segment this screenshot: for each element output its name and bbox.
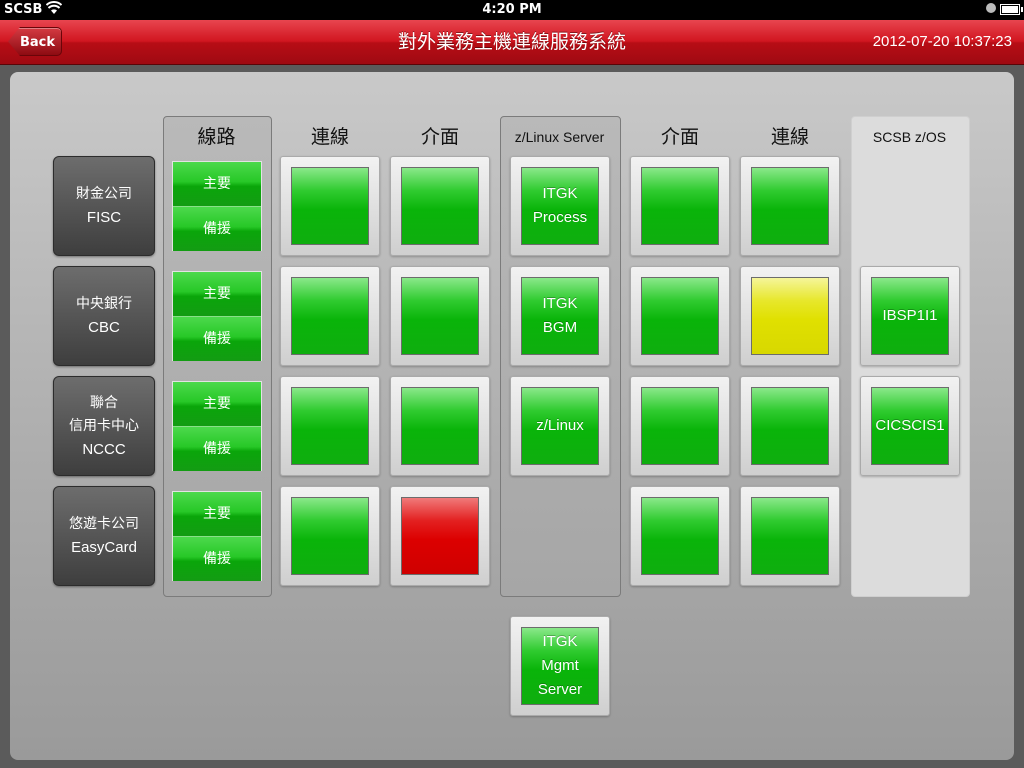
partner-nccc-button[interactable]: 聯合 信用卡中心 NCCC xyxy=(53,376,155,476)
route-primary-button[interactable]: 主要 xyxy=(173,492,261,536)
zos-ibsp1i1-tile[interactable]: IBSP1I1 xyxy=(860,266,960,366)
mgmt-label-2: Mgmt xyxy=(541,657,579,674)
route-backup-button[interactable]: 備援 xyxy=(173,426,261,471)
server-label: z/Linux xyxy=(536,417,584,434)
mgmt-lamp: ITGK Mgmt Server xyxy=(521,627,599,705)
monitor-panel: 線路 連線 介面 z/Linux Server 介面 連線 SCSB z/OS … xyxy=(10,72,1014,760)
server-zlinux-tile[interactable]: z/Linux xyxy=(510,376,610,476)
navigation-bar: 對外業務主機連線服務系統 Back 2012-07-20 10:37:23 xyxy=(0,20,1024,65)
header-connection-right: 連線 xyxy=(770,126,809,148)
interface-left-tile[interactable] xyxy=(390,376,490,476)
connection-right-tile[interactable] xyxy=(740,156,840,256)
interface-right-tile[interactable] xyxy=(630,376,730,476)
server-label: ITGK xyxy=(542,295,578,312)
server-label-2: Process xyxy=(532,209,588,226)
battery-icon xyxy=(1000,4,1023,15)
partner-easycard-button[interactable]: 悠遊卡公司 EasyCard xyxy=(53,486,155,586)
route-fisc: 主要 備援 xyxy=(172,161,262,251)
page-title: 對外業務主機連線服務系統 xyxy=(397,31,626,53)
status-lamp xyxy=(291,167,369,245)
connection-right-tile[interactable] xyxy=(740,376,840,476)
route-cbc: 主要 備援 xyxy=(172,271,262,361)
status-lamp xyxy=(401,497,479,575)
zos-cicscis1-tile[interactable]: CICSCIS1 xyxy=(860,376,960,476)
server-itgk-bgm-tile[interactable]: ITGK BGM xyxy=(510,266,610,366)
route-nccc: 主要 備援 xyxy=(172,381,262,471)
connection-right-tile[interactable] xyxy=(740,486,840,586)
interface-left-tile[interactable] xyxy=(390,156,490,256)
partner-code: EasyCard xyxy=(71,539,137,556)
route-primary-button[interactable]: 主要 xyxy=(173,382,261,426)
connection-left-tile[interactable] xyxy=(280,376,380,476)
server-lamp: z/Linux xyxy=(521,387,599,465)
status-lamp xyxy=(751,497,829,575)
datetime-display: 2012-07-20 10:37:23 xyxy=(872,33,1012,50)
interface-right-tile[interactable] xyxy=(630,486,730,586)
route-primary-button[interactable]: 主要 xyxy=(173,162,261,206)
route-primary-button[interactable]: 主要 xyxy=(173,272,261,316)
connection-left-tile[interactable] xyxy=(280,486,380,586)
partner-name: 悠遊卡公司 xyxy=(69,516,139,532)
interface-left-tile[interactable] xyxy=(390,486,490,586)
header-connection-left: 連線 xyxy=(310,126,349,148)
partner-cbc-button[interactable]: 中央銀行 CBC xyxy=(53,266,155,366)
interface-left-tile[interactable] xyxy=(390,266,490,366)
partner-name: 聯合 xyxy=(90,394,118,411)
status-lamp xyxy=(401,277,479,355)
connection-right-tile[interactable] xyxy=(740,266,840,366)
partner-code: NCCC xyxy=(82,440,126,458)
status-lamp xyxy=(291,387,369,465)
header-zos: SCSB z/OS xyxy=(872,129,947,145)
status-lamp xyxy=(291,277,369,355)
status-lamp xyxy=(641,167,719,245)
route-backup-button[interactable]: 備援 xyxy=(173,316,261,361)
server-lamp: ITGK Process xyxy=(521,167,599,245)
route-backup-button[interactable]: 備援 xyxy=(173,536,261,581)
route-backup-button[interactable]: 備援 xyxy=(173,206,261,251)
status-clock: 4:20 PM xyxy=(482,2,542,17)
server-itgk-process-tile[interactable]: ITGK Process xyxy=(510,156,610,256)
partner-code: FISC xyxy=(86,209,122,226)
status-lamp xyxy=(641,277,719,355)
route-easycard: 主要 備援 xyxy=(172,491,262,581)
zos-lamp: IBSP1I1 xyxy=(871,277,949,355)
header-route: 線路 xyxy=(197,126,236,148)
header-interface-right: 介面 xyxy=(660,126,699,148)
status-lamp xyxy=(751,387,829,465)
status-lamp xyxy=(401,167,479,245)
status-lamp xyxy=(641,387,719,465)
mgmt-label-3: Server xyxy=(537,681,583,698)
status-bar: SCSB 4:20 PM xyxy=(0,0,1024,20)
interface-right-tile[interactable] xyxy=(630,266,730,366)
server-lamp: ITGK BGM xyxy=(521,277,599,355)
zos-label: IBSP1I1 xyxy=(882,307,938,324)
zos-lamp: CICSCIS1 xyxy=(871,387,949,465)
partner-code: CBC xyxy=(88,319,120,336)
header-linux-server: z/Linux Server xyxy=(514,129,605,145)
server-label-2: BGM xyxy=(542,319,578,336)
connection-left-tile[interactable] xyxy=(280,156,380,256)
status-lamp xyxy=(641,497,719,575)
partner-name-2: 信用卡中心 xyxy=(69,417,139,434)
status-lamp xyxy=(751,167,829,245)
status-lamp xyxy=(291,497,369,575)
zos-label: CICSCIS1 xyxy=(875,417,945,434)
partner-name: 財金公司 xyxy=(76,186,132,202)
mgmt-server-tile[interactable]: ITGK Mgmt Server xyxy=(510,616,610,716)
interface-right-tile[interactable] xyxy=(630,156,730,256)
partner-name: 中央銀行 xyxy=(76,296,132,312)
rotation-lock-icon xyxy=(986,3,996,13)
server-label: ITGK xyxy=(542,185,578,202)
status-lamp xyxy=(401,387,479,465)
mgmt-label: ITGK xyxy=(542,633,578,650)
status-lamp xyxy=(751,277,829,355)
connection-left-tile[interactable] xyxy=(280,266,380,366)
header-interface-left: 介面 xyxy=(420,126,459,148)
partner-fisc-button[interactable]: 財金公司 FISC xyxy=(53,156,155,256)
